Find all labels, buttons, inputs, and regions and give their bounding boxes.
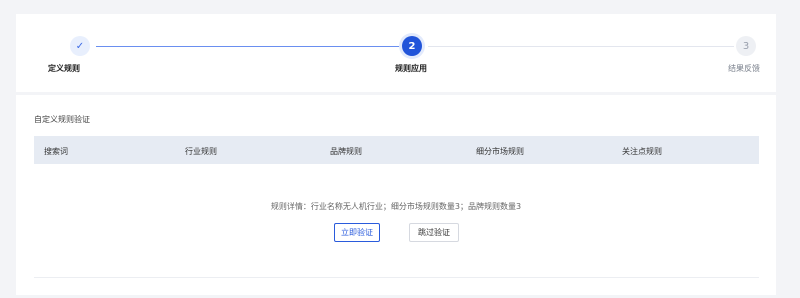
rule-detail-text: 规则详情：行业名称无人机行业；细分市场规则数量3；品牌规则数量3	[270, 202, 522, 211]
column-header-brand-rule: 品牌规则	[330, 147, 362, 156]
table-header: 搜索词 行业规则 品牌规则 细分市场规则 关注点规则	[34, 136, 759, 164]
divider	[34, 277, 759, 278]
step-3-indicator: 3	[736, 36, 756, 56]
skip-verify-button[interactable]: 跳过验证	[409, 223, 459, 242]
step-connector-pending	[428, 46, 734, 47]
step-2-indicator: 2	[402, 36, 422, 56]
step-progress-bar: ✓ 2 3 定义规则 规则应用 结果反馈	[16, 14, 776, 92]
column-header-industry-rule: 行业规则	[185, 147, 217, 156]
column-header-focus-rule: 关注点规则	[622, 147, 662, 156]
column-header-search-term: 搜索词	[44, 147, 68, 156]
step-2-label: 规则应用	[395, 64, 427, 73]
step-3-label: 结果反馈	[728, 64, 760, 73]
step-1-label: 定义规则	[48, 64, 80, 73]
column-header-segment-rule: 细分市场规则	[476, 147, 524, 156]
section-title: 自定义规则验证	[34, 115, 90, 124]
rule-verification-panel: 自定义规则验证 搜索词 行业规则 品牌规则 细分市场规则 关注点规则 规则详情：…	[16, 95, 776, 295]
verify-now-button[interactable]: 立即验证	[334, 223, 380, 242]
step-connector-completed	[96, 46, 400, 47]
check-icon: ✓	[70, 36, 90, 56]
